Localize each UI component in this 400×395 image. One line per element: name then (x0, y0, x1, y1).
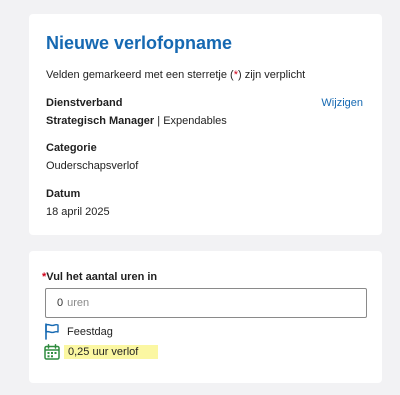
hours-card: *Vul het aantal uren in 0 uren Feestdag … (29, 251, 382, 383)
date-value: 18 april 2025 (46, 206, 110, 218)
holiday-row: Feestdag (44, 323, 113, 340)
leave-amount-text: 0,25 uur verlof (64, 345, 159, 359)
employment-value: Strategisch Manager | Expendables (46, 115, 227, 127)
hours-label-text: Vul het aantal uren in (46, 271, 158, 283)
date-label: Datum (46, 188, 81, 200)
required-fields-hint: Velden gemarkeerd met een sterretje (*) … (46, 69, 305, 81)
employment-company: Expendables (163, 115, 227, 127)
hint-text-end: ) zijn verplicht (238, 69, 306, 81)
calendar-icon (44, 344, 60, 360)
page-title: Nieuwe verlofopname (46, 33, 233, 53)
category-value: Ouderschapsverlof (46, 160, 139, 172)
employment-separator: | (154, 115, 164, 127)
leave-row: 0,25 uur verlof (44, 344, 159, 360)
hours-input-value: 0 (57, 297, 64, 309)
employment-label: Dienstverband (46, 97, 123, 109)
leave-details-card: Nieuwe verlofopname Velden gemarkeerd me… (29, 14, 382, 235)
hours-input[interactable]: 0 uren (45, 288, 367, 318)
hours-label: *Vul het aantal uren in (42, 271, 157, 283)
holiday-text: Feestdag (67, 325, 113, 338)
change-employment-link[interactable]: Wijzigen (321, 97, 363, 109)
category-label: Categorie (46, 142, 97, 154)
hint-text-start: Velden gemarkeerd met een sterretje ( (46, 69, 234, 81)
employment-role: Strategisch Manager (46, 115, 155, 127)
hours-input-unit: uren (67, 297, 90, 309)
flag-icon (45, 323, 59, 340)
